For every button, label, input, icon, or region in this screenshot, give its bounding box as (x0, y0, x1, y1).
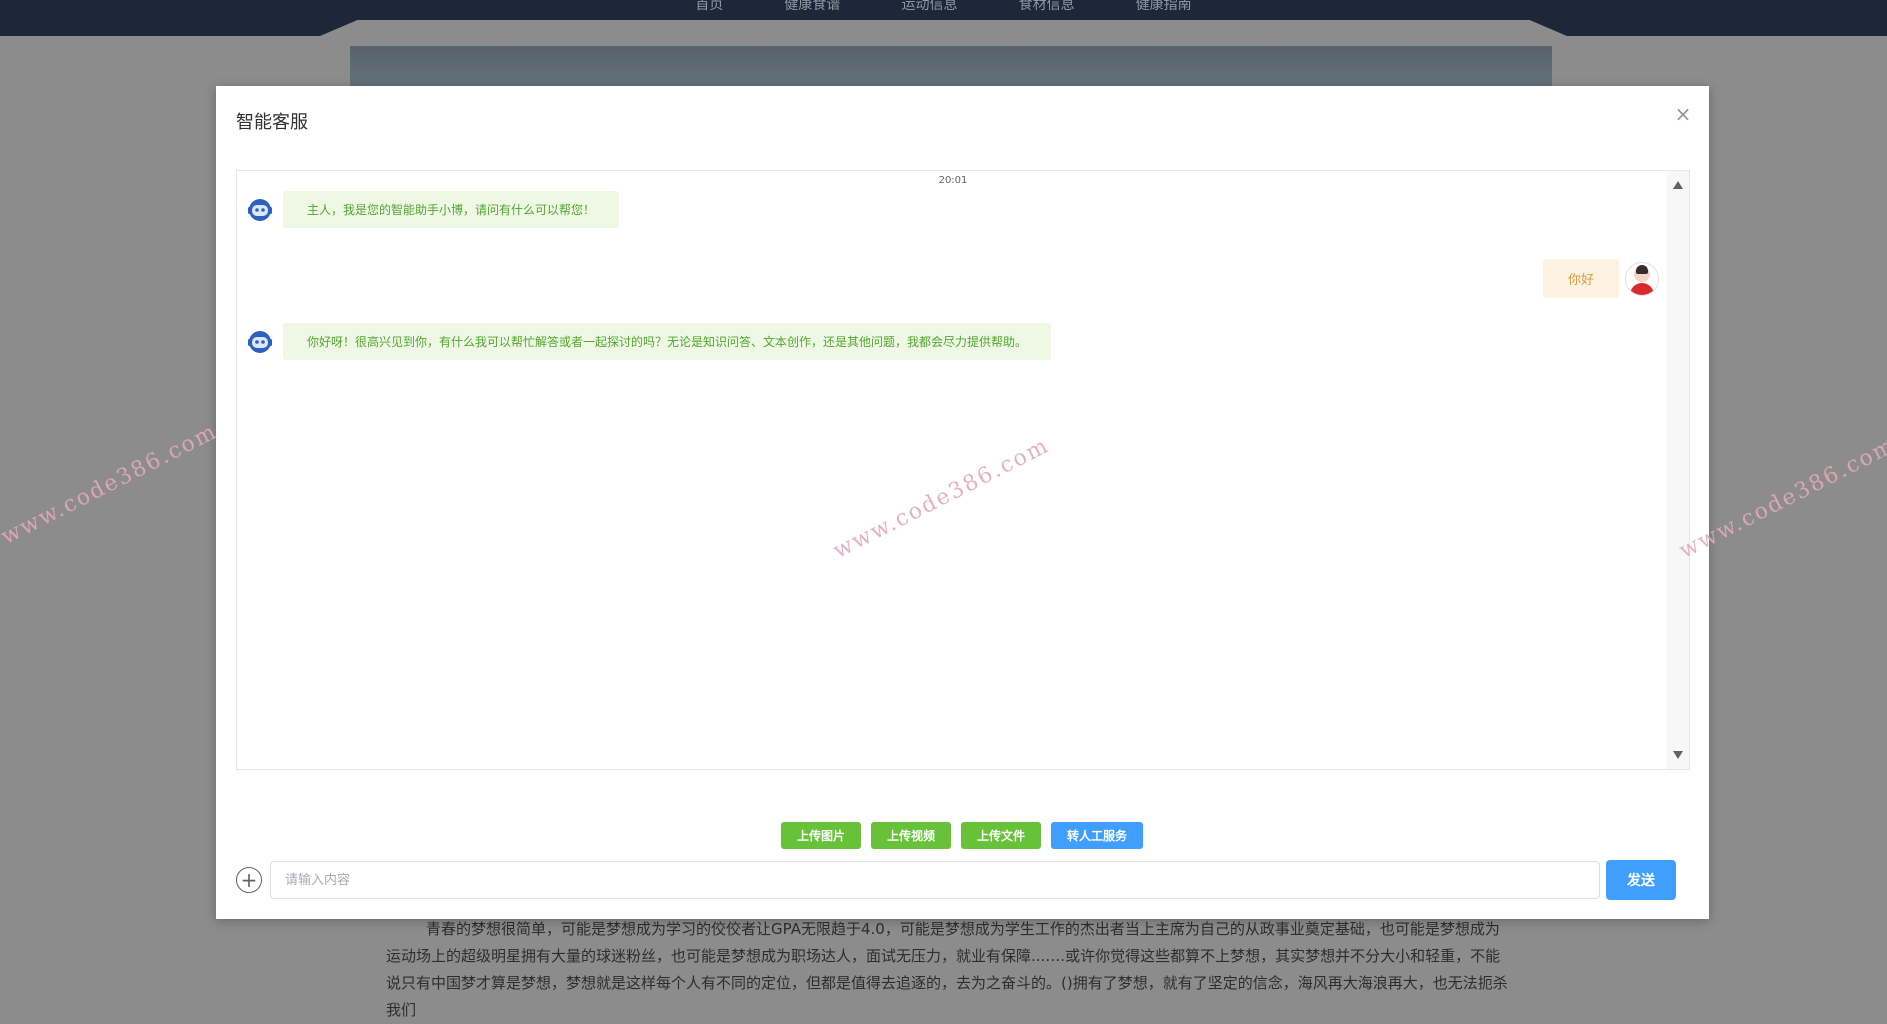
scroll-down-arrow-icon[interactable] (1673, 751, 1683, 759)
plus-circle-icon[interactable]: + (236, 867, 262, 893)
robot-avatar-icon (245, 195, 275, 225)
message-input[interactable] (270, 861, 1600, 899)
close-icon[interactable]: × (1673, 104, 1693, 124)
bot-message-bubble: 你好呀！很高兴见到你，有什么我可以帮忙解答或者一起探讨的吗？无论是知识问答、文本… (283, 323, 1052, 360)
nav-item-recipes[interactable]: 健康食谱 (784, 0, 840, 14)
nav-item-ingredients[interactable]: 食材信息 (1019, 0, 1075, 14)
chat-message-bot: 你好呀！很高兴见到你，有什么我可以帮忙解答或者一起探讨的吗？无论是知识问答、文本… (245, 323, 1052, 360)
article-text: 青春的梦想很简单，可能是梦想成为学习的佼佼者让GPA无限趋于4.0，可能是梦想成… (386, 920, 1508, 1019)
customer-service-dialog: 智能客服 × 20:01 主人，我是您的智能助手小博，请问有什么可以帮您！ 你好 (216, 86, 1709, 919)
main-nav: 首页 健康食谱 运动信息 食材信息 健康指南 (0, 0, 1887, 14)
scroll-up-arrow-icon[interactable] (1673, 181, 1683, 189)
top-navbar: 首页 健康食谱 运动信息 食材信息 健康指南 (0, 0, 1887, 36)
chat-message-bot: 主人，我是您的智能助手小博，请问有什么可以帮您！ (245, 191, 620, 228)
send-button[interactable]: 发送 (1606, 860, 1676, 900)
watermark: www.code386.com (0, 419, 222, 550)
nav-item-sports[interactable]: 运动信息 (902, 0, 958, 14)
upload-video-button[interactable]: 上传视频 (871, 822, 951, 849)
chat-input-row: + 发送 (236, 860, 1676, 900)
user-message-bubble: 你好 (1542, 259, 1619, 298)
navbar-notch (320, 20, 1567, 36)
upload-file-button[interactable]: 上传文件 (961, 822, 1041, 849)
nav-item-guide[interactable]: 健康指南 (1136, 0, 1192, 14)
chat-scrollbar[interactable] (1667, 171, 1689, 769)
chat-timestamp: 20:01 (938, 175, 968, 186)
upload-image-button[interactable]: 上传图片 (781, 822, 861, 849)
chat-action-buttons: 上传图片 上传视频 上传文件 转人工服务 (781, 822, 1143, 849)
human-service-button[interactable]: 转人工服务 (1051, 822, 1143, 849)
chat-history: 20:01 主人，我是您的智能助手小博，请问有什么可以帮您！ 你好 你好呀！很高… (236, 170, 1690, 770)
dialog-title: 智能客服 (236, 112, 308, 133)
user-avatar (1625, 261, 1659, 296)
chat-message-user: 你好 (1542, 259, 1659, 298)
robot-avatar-icon (245, 327, 275, 357)
nav-item-home[interactable]: 首页 (695, 0, 723, 14)
bot-message-bubble: 主人，我是您的智能助手小博，请问有什么可以帮您！ (283, 191, 620, 228)
